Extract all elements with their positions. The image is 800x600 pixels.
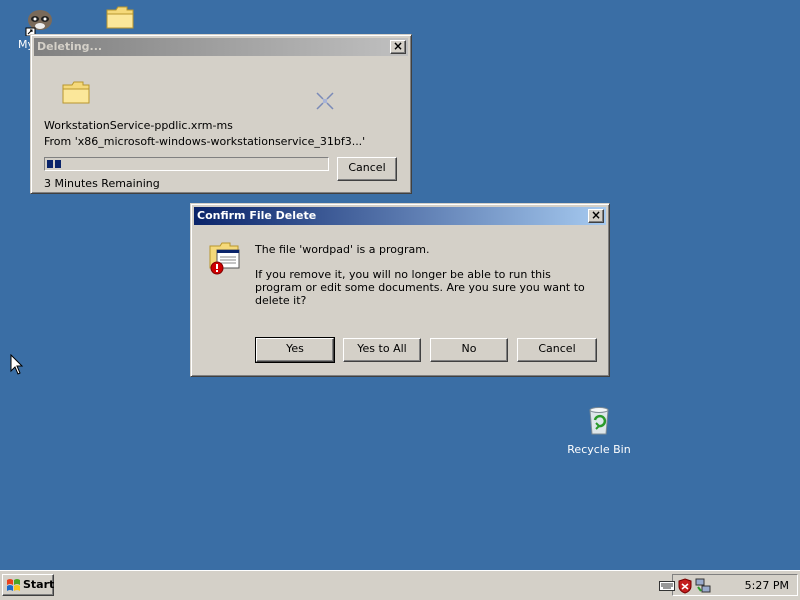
folder-icon <box>106 6 134 29</box>
folder-desktop-icon[interactable] <box>104 4 136 33</box>
confirm-file-delete-dialog: Confirm File Delete × The file 'wordpad'… <box>190 203 610 377</box>
flying-paper-icon <box>316 92 334 110</box>
deleting-dialog: Deleting... × WorkstationService-ppdlic.… <box>30 34 412 194</box>
confirm-dialog-titlebar[interactable]: Confirm File Delete × <box>194 207 606 225</box>
recycle-bin-icon <box>589 407 609 435</box>
deleting-from-path: From 'x86_microsoft-windows-workstations… <box>44 135 366 148</box>
taskbar: Start 5:27 PM <box>0 570 800 600</box>
folder-icon <box>62 81 90 104</box>
deleting-dialog-titlebar[interactable]: Deleting... × <box>34 38 408 56</box>
mouse-cursor-icon <box>10 354 24 375</box>
windows-logo-icon <box>7 579 20 591</box>
time-remaining: 3 Minutes Remaining <box>44 177 160 190</box>
delete-progress-fill <box>47 160 63 168</box>
recycle-bin-label: Recycle Bin <box>567 443 631 456</box>
delete-progress-bar <box>44 157 329 171</box>
yes-button[interactable]: Yes <box>255 337 335 363</box>
network-computers-icon[interactable] <box>695 578 711 594</box>
yes-to-all-button[interactable]: Yes to All <box>343 338 421 362</box>
keyboard-icon[interactable] <box>659 578 675 592</box>
progress-block <box>55 160 61 168</box>
confirm-dialog-close-button[interactable]: × <box>588 209 604 223</box>
deleting-dialog-close-button[interactable]: × <box>390 40 406 54</box>
deleting-dialog-title: Deleting... <box>37 40 103 53</box>
deleting-cancel-button[interactable]: Cancel <box>337 157 397 181</box>
program-delete-warning-icon <box>209 242 240 275</box>
no-button[interactable]: No <box>430 338 508 362</box>
taskbar-clock[interactable]: 5:27 PM <box>745 579 789 592</box>
confirm-dialog-title: Confirm File Delete <box>197 209 317 222</box>
confirm-cancel-button[interactable]: Cancel <box>517 338 597 362</box>
security-shield-icon[interactable] <box>677 578 693 594</box>
progress-block <box>47 160 53 168</box>
confirm-message-line1: The file 'wordpad' is a program. <box>255 243 430 256</box>
start-button[interactable]: Start <box>2 574 54 596</box>
start-label: Start <box>23 578 55 591</box>
close-icon: × <box>392 39 404 53</box>
recycle-bin-desktop-icon[interactable]: Recycle Bin <box>566 404 632 456</box>
raccoon-icon <box>25 10 52 37</box>
confirm-message-line2: If you remove it, you will no longer be … <box>255 268 585 307</box>
system-tray: 5:27 PM <box>659 574 798 596</box>
deleting-file-name: WorkstationService-ppdlic.xrm-ms <box>44 119 233 132</box>
close-icon: × <box>590 208 602 222</box>
